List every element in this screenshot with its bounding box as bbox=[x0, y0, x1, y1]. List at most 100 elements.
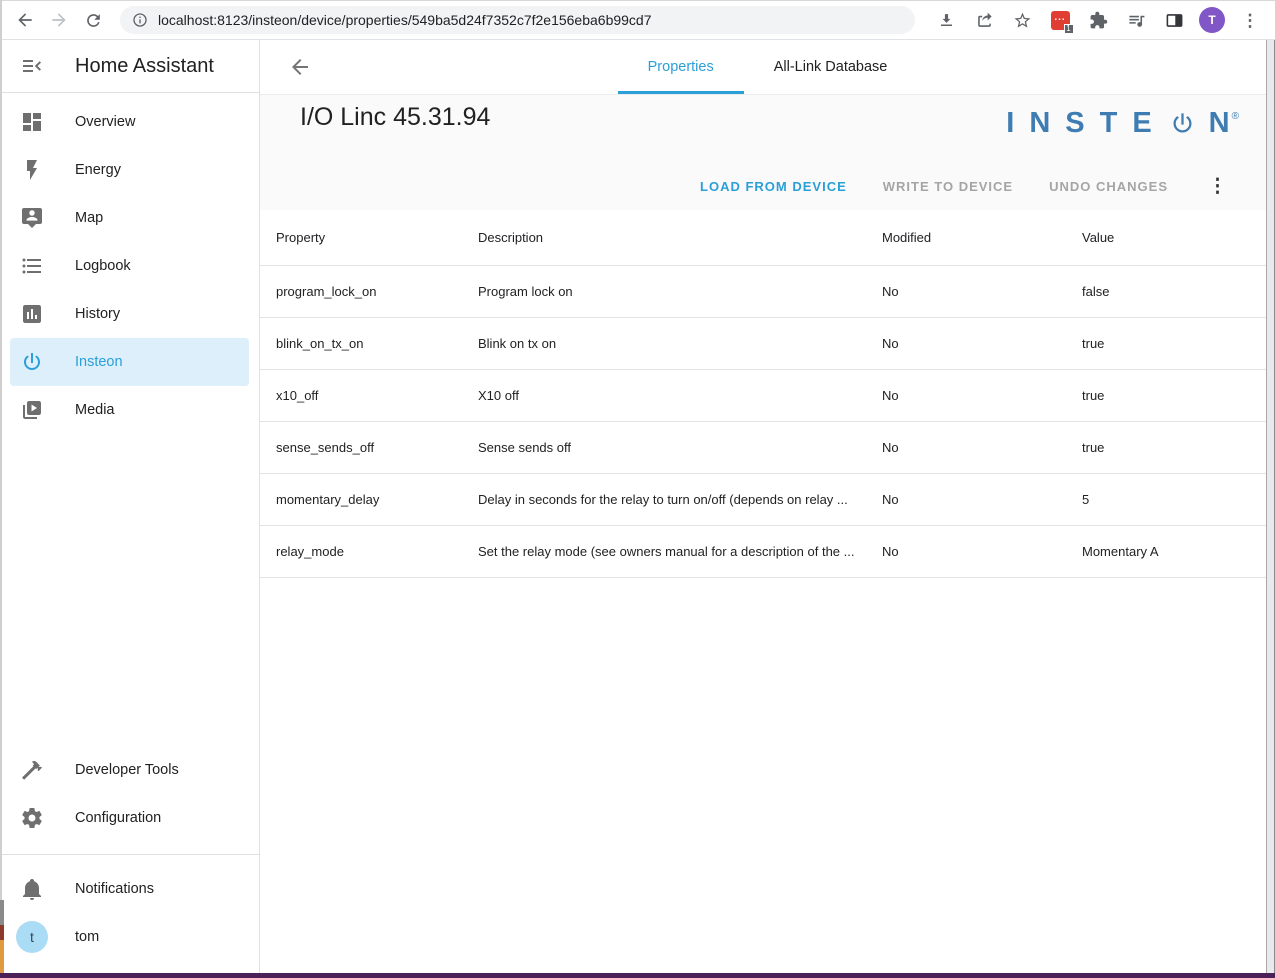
tab-properties[interactable]: Properties bbox=[618, 40, 744, 94]
sidebar-toggle-button[interactable] bbox=[20, 54, 44, 78]
side-panel-button[interactable] bbox=[1157, 3, 1191, 37]
media-queue-button[interactable] bbox=[1119, 3, 1153, 37]
puzzle-icon bbox=[1089, 11, 1108, 30]
sidebar-item-media[interactable]: Media bbox=[10, 386, 249, 434]
info-icon[interactable] bbox=[132, 12, 148, 28]
browser-menu-button[interactable]: ⋮ bbox=[1233, 3, 1267, 37]
window-left-edge bbox=[0, 0, 2, 973]
write-to-device-button[interactable]: WRITE TO DEVICE bbox=[883, 179, 1013, 194]
back-arrow-icon bbox=[15, 10, 35, 30]
sidebar-item-energy[interactable]: Energy bbox=[10, 146, 249, 194]
bookmark-star-button[interactable] bbox=[1005, 3, 1039, 37]
sidebar-item-logbook[interactable]: Logbook bbox=[10, 242, 249, 290]
forward-arrow-icon bbox=[49, 10, 69, 30]
column-header-description: Description bbox=[478, 230, 882, 245]
cell-property: blink_on_tx_on bbox=[276, 336, 478, 351]
table-row-momentary_delay[interactable]: momentary_delayDelay in seconds for the … bbox=[260, 474, 1266, 526]
table-row-blink_on_tx_on[interactable]: blink_on_tx_onBlink on tx onNotrue bbox=[260, 318, 1266, 370]
adblock-icon: ... 1 bbox=[1051, 11, 1070, 30]
browser-forward-button[interactable] bbox=[42, 3, 76, 37]
browser-reload-button[interactable] bbox=[76, 3, 110, 37]
star-icon bbox=[1013, 11, 1032, 30]
url-text[interactable]: localhost:8123/insteon/device/properties… bbox=[158, 12, 652, 28]
device-actions: LOAD FROM DEVICE WRITE TO DEVICE UNDO CHAN… bbox=[700, 177, 1227, 196]
sidebar-divider bbox=[0, 854, 259, 855]
tab-all-link-database[interactable]: All-Link Database bbox=[744, 40, 918, 94]
cell-modified: No bbox=[882, 388, 1082, 403]
table-row-program_lock_on[interactable]: program_lock_onProgram lock onNofalse bbox=[260, 266, 1266, 318]
registered-mark: ® bbox=[1232, 111, 1239, 122]
cell-modified: No bbox=[882, 284, 1082, 299]
sidebar-item-map[interactable]: Map bbox=[10, 194, 249, 242]
cell-value: Momentary A bbox=[1082, 544, 1266, 559]
tabs-bar: PropertiesAll-Link Database bbox=[260, 40, 1275, 95]
sidebar-item-label: Media bbox=[75, 402, 115, 418]
side-panel-icon bbox=[1165, 11, 1184, 30]
power-icon bbox=[20, 350, 44, 374]
cell-description: Blink on tx on bbox=[478, 336, 882, 351]
sidebar-item-label: Notifications bbox=[75, 881, 154, 897]
user-name: tom bbox=[75, 929, 99, 945]
install-app-button[interactable] bbox=[929, 3, 963, 37]
cell-modified: No bbox=[882, 336, 1082, 351]
sidebar-item-insteon[interactable]: Insteon bbox=[10, 338, 249, 386]
cell-property: sense_sends_off bbox=[276, 440, 478, 455]
cell-property: momentary_delay bbox=[276, 492, 478, 507]
cell-description: Delay in seconds for the relay to turn o… bbox=[478, 492, 882, 507]
sidebar-item-history[interactable]: History bbox=[10, 290, 249, 338]
cell-modified: No bbox=[882, 492, 1082, 507]
page-scrollbar[interactable] bbox=[1266, 40, 1275, 973]
tooltip-account-icon bbox=[20, 206, 44, 230]
home-assistant-app: Home Assistant OverviewEnergyMapLogbookH… bbox=[0, 40, 1275, 973]
sidebar-item-label: Energy bbox=[75, 162, 121, 178]
browser-back-button[interactable] bbox=[8, 3, 42, 37]
sidebar-item-label: Insteon bbox=[75, 354, 123, 370]
cell-property: relay_mode bbox=[276, 544, 478, 559]
cell-description: Sense sends off bbox=[478, 440, 882, 455]
column-header-value: Value bbox=[1082, 230, 1266, 245]
browser-profile-button[interactable]: T bbox=[1195, 3, 1229, 37]
adblock-extension-button[interactable]: ... 1 bbox=[1043, 3, 1077, 37]
back-button[interactable] bbox=[286, 53, 314, 81]
table-header-row: PropertyDescriptionModifiedValue bbox=[260, 210, 1266, 266]
desktop-sliver bbox=[0, 900, 4, 925]
user-profile[interactable]: t tom bbox=[10, 913, 249, 961]
table-row-x10_off[interactable]: x10_offX10 offNotrue bbox=[260, 370, 1266, 422]
taskbar-edge bbox=[0, 973, 1275, 978]
more-options-button[interactable]: ⋮ bbox=[1208, 177, 1227, 196]
load-from-device-button[interactable]: LOAD FROM DEVICE bbox=[700, 179, 847, 194]
sidebar-item-developer-tools[interactable]: Developer Tools bbox=[10, 746, 249, 794]
tab-list: PropertiesAll-Link Database bbox=[260, 40, 1275, 94]
extensions-button[interactable] bbox=[1081, 3, 1115, 37]
insteon-logo: INSTE N ® bbox=[1006, 107, 1239, 140]
share-button[interactable] bbox=[967, 3, 1001, 37]
column-header-modified: Modified bbox=[882, 230, 1082, 245]
arrow-left-icon bbox=[288, 55, 312, 79]
view-dashboard-icon bbox=[20, 110, 44, 134]
cell-value: false bbox=[1082, 284, 1266, 299]
sidebar-footer: Developer Tools Configuration Notificatio… bbox=[0, 746, 259, 973]
table-row-sense_sends_off[interactable]: sense_sends_offSense sends offNotrue bbox=[260, 422, 1266, 474]
playlist-music-icon bbox=[1127, 11, 1146, 30]
address-bar[interactable]: localhost:8123/insteon/device/properties… bbox=[120, 6, 915, 34]
toolbar-right-icons: ... 1 T ⋮ bbox=[929, 3, 1267, 37]
main-content: PropertiesAll-Link Database I/O Linc 45.… bbox=[260, 40, 1275, 973]
menu-collapse-icon bbox=[20, 54, 44, 78]
cell-description: Program lock on bbox=[478, 284, 882, 299]
sidebar-item-configuration[interactable]: Configuration bbox=[10, 794, 249, 842]
sidebar-item-label: Logbook bbox=[75, 258, 131, 274]
desktop-sliver bbox=[0, 940, 4, 973]
sidebar-item-overview[interactable]: Overview bbox=[10, 98, 249, 146]
cell-value: true bbox=[1082, 388, 1266, 403]
cell-value: 5 bbox=[1082, 492, 1266, 507]
extension-badge: 1 bbox=[1064, 24, 1074, 34]
bell-icon bbox=[20, 877, 44, 901]
sidebar-item-notifications[interactable]: Notifications bbox=[10, 865, 249, 913]
table-row-relay_mode[interactable]: relay_modeSet the relay mode (see owners… bbox=[260, 526, 1266, 578]
reload-icon bbox=[84, 11, 103, 30]
install-icon bbox=[937, 11, 956, 30]
cell-property: x10_off bbox=[276, 388, 478, 403]
sidebar-item-label: Configuration bbox=[75, 810, 161, 826]
undo-changes-button[interactable]: UNDO CHANGES bbox=[1049, 179, 1168, 194]
gear-icon bbox=[20, 806, 44, 830]
